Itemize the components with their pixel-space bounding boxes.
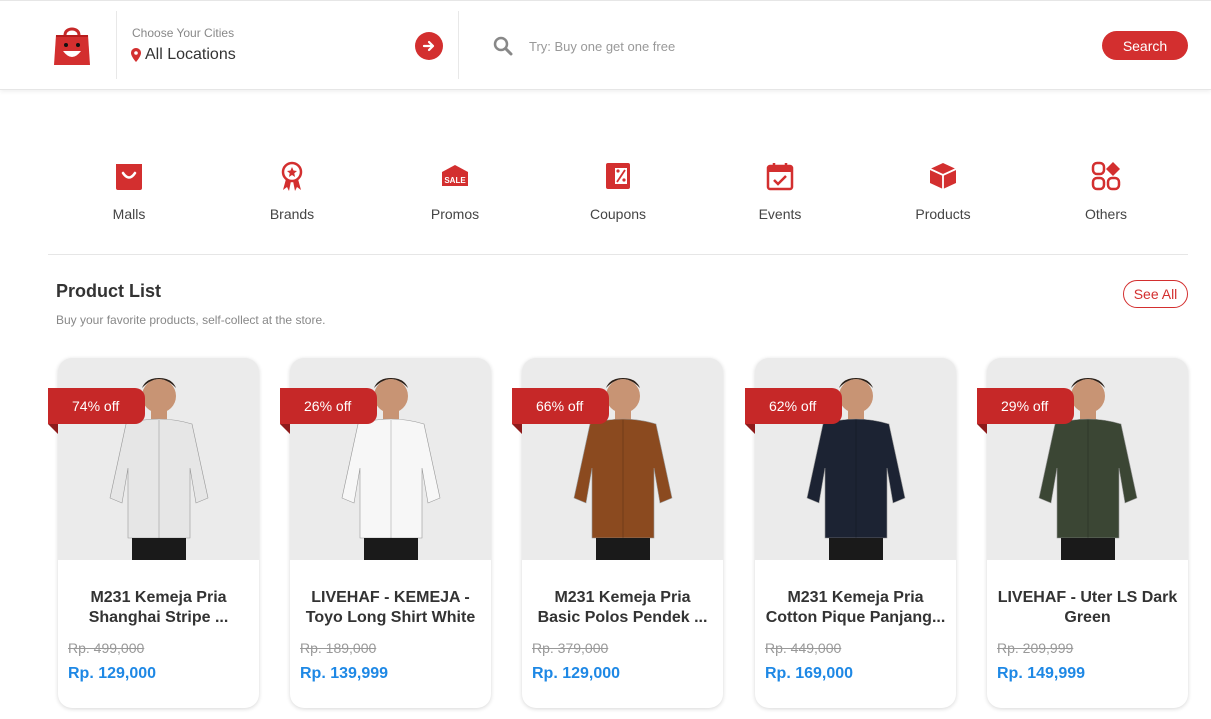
product-name: M231 Kemeja Pria Basic Polos Pendek ... bbox=[530, 588, 715, 628]
see-all-button[interactable]: See All bbox=[1123, 280, 1188, 308]
category-brands[interactable]: Brands bbox=[237, 160, 347, 222]
product-name: M231 Kemeja Pria Shanghai Stripe ... bbox=[66, 588, 251, 628]
category-malls[interactable]: Malls bbox=[74, 160, 184, 222]
search-icon bbox=[493, 36, 513, 56]
product-name-line: Basic Polos Pendek ... bbox=[537, 609, 708, 626]
city-label: Choose Your Cities bbox=[132, 26, 235, 40]
section-subtitle: Buy your favorite products, self-collect… bbox=[56, 313, 326, 327]
discounted-price: Rp. 129,000 bbox=[532, 665, 621, 682]
category-products[interactable]: Products bbox=[888, 160, 998, 222]
discounted-price: Rp. 169,000 bbox=[765, 665, 854, 682]
top-header: Choose Your Cities All Locations Search bbox=[0, 0, 1211, 90]
award-ribbon-icon bbox=[281, 161, 303, 191]
product-name: M231 Kemeja Pria Cotton Pique Panjang... bbox=[763, 588, 948, 628]
discounted-price: Rp. 139,999 bbox=[300, 665, 389, 682]
original-price: Rp. 209,999 bbox=[997, 640, 1074, 656]
badge-fold bbox=[977, 424, 987, 434]
category-label: Promos bbox=[430, 206, 480, 222]
product-card[interactable]: 62% off M231 Kemeja Pria Cotton Pique Pa… bbox=[745, 358, 956, 708]
header-divider bbox=[458, 11, 459, 79]
product-name: LIVEHAF - Uter LS Dark Green bbox=[995, 588, 1180, 628]
arrow-right-icon bbox=[422, 40, 435, 52]
discount-badge: 29% off bbox=[977, 388, 1074, 424]
calendar-check-icon bbox=[766, 163, 794, 191]
city-go-button[interactable] bbox=[415, 32, 443, 60]
grid-shapes-icon bbox=[1091, 161, 1121, 191]
section-divider bbox=[48, 254, 1188, 255]
product-name-line: M231 Kemeja Pria bbox=[787, 589, 924, 606]
city-value: All Locations bbox=[145, 46, 236, 63]
bag-icon bbox=[116, 164, 142, 190]
product-name: LIVEHAF - KEMEJA - Toyo Long Shirt White bbox=[298, 588, 483, 628]
category-promos[interactable]: SALE Promos bbox=[400, 160, 510, 222]
search-button[interactable]: Search bbox=[1102, 31, 1188, 60]
discount-badge: 66% off bbox=[512, 388, 609, 424]
coupon-icon bbox=[606, 163, 630, 189]
original-price: Rp. 449,000 bbox=[765, 640, 842, 656]
category-others[interactable]: Others bbox=[1051, 160, 1161, 222]
discount-badge: 74% off bbox=[48, 388, 145, 424]
svg-text:SALE: SALE bbox=[444, 176, 466, 185]
location-pin-icon bbox=[131, 48, 141, 62]
shopping-bag-logo-icon[interactable] bbox=[52, 23, 92, 67]
badge-fold bbox=[48, 424, 58, 434]
category-label: Products bbox=[915, 206, 971, 222]
product-name-line: M231 Kemeja Pria bbox=[90, 589, 227, 606]
category-label: Malls bbox=[112, 206, 146, 222]
discount-badge: 26% off bbox=[280, 388, 377, 424]
category-label: Others bbox=[1084, 206, 1127, 222]
discount-badge: 62% off bbox=[745, 388, 842, 424]
category-label: Brands bbox=[269, 206, 315, 222]
category-coupons[interactable]: Coupons bbox=[563, 160, 673, 222]
badge-fold bbox=[280, 424, 290, 434]
product-name-line: M231 Kemeja Pria bbox=[554, 589, 691, 606]
product-name-line: Shanghai Stripe ... bbox=[88, 609, 229, 626]
search-input[interactable] bbox=[520, 33, 1080, 59]
product-card[interactable]: 66% off M231 Kemeja Pria Basic Polos Pen… bbox=[512, 358, 723, 708]
section-title: Product List bbox=[56, 281, 162, 301]
badge-fold bbox=[745, 424, 755, 434]
category-bar: Malls Brands SALE Promos Coupons Events … bbox=[48, 160, 1188, 254]
sale-store-icon: SALE bbox=[442, 165, 468, 186]
product-card[interactable]: 26% off LIVEHAF - KEMEJA - Toyo Long Shi… bbox=[280, 358, 491, 708]
badge-fold bbox=[512, 424, 522, 434]
discounted-price: Rp. 129,000 bbox=[68, 665, 157, 682]
box-icon bbox=[929, 163, 957, 189]
product-name-line: LIVEHAF - KEMEJA - bbox=[311, 589, 470, 606]
original-price: Rp. 499,000 bbox=[68, 640, 145, 656]
product-name-line: Cotton Pique Panjang... bbox=[765, 609, 946, 626]
category-events[interactable]: Events bbox=[725, 160, 835, 222]
product-name-line: Toyo Long Shirt White bbox=[305, 609, 476, 626]
product-name-line: Green bbox=[1064, 609, 1111, 626]
product-card[interactable]: 74% off M231 Kemeja Pria Shanghai Stripe… bbox=[48, 358, 259, 708]
category-label: Coupons bbox=[589, 206, 647, 222]
category-label: Events bbox=[758, 206, 802, 222]
discounted-price: Rp. 149,999 bbox=[997, 665, 1086, 682]
original-price: Rp. 379,000 bbox=[532, 640, 609, 656]
product-card[interactable]: 29% off LIVEHAF - Uter LS Dark Green Rp.… bbox=[977, 358, 1188, 708]
city-selector[interactable]: All Locations bbox=[131, 46, 236, 64]
original-price: Rp. 189,000 bbox=[300, 640, 377, 656]
header-divider bbox=[116, 11, 117, 79]
product-name-line: LIVEHAF - Uter LS Dark bbox=[997, 589, 1178, 606]
